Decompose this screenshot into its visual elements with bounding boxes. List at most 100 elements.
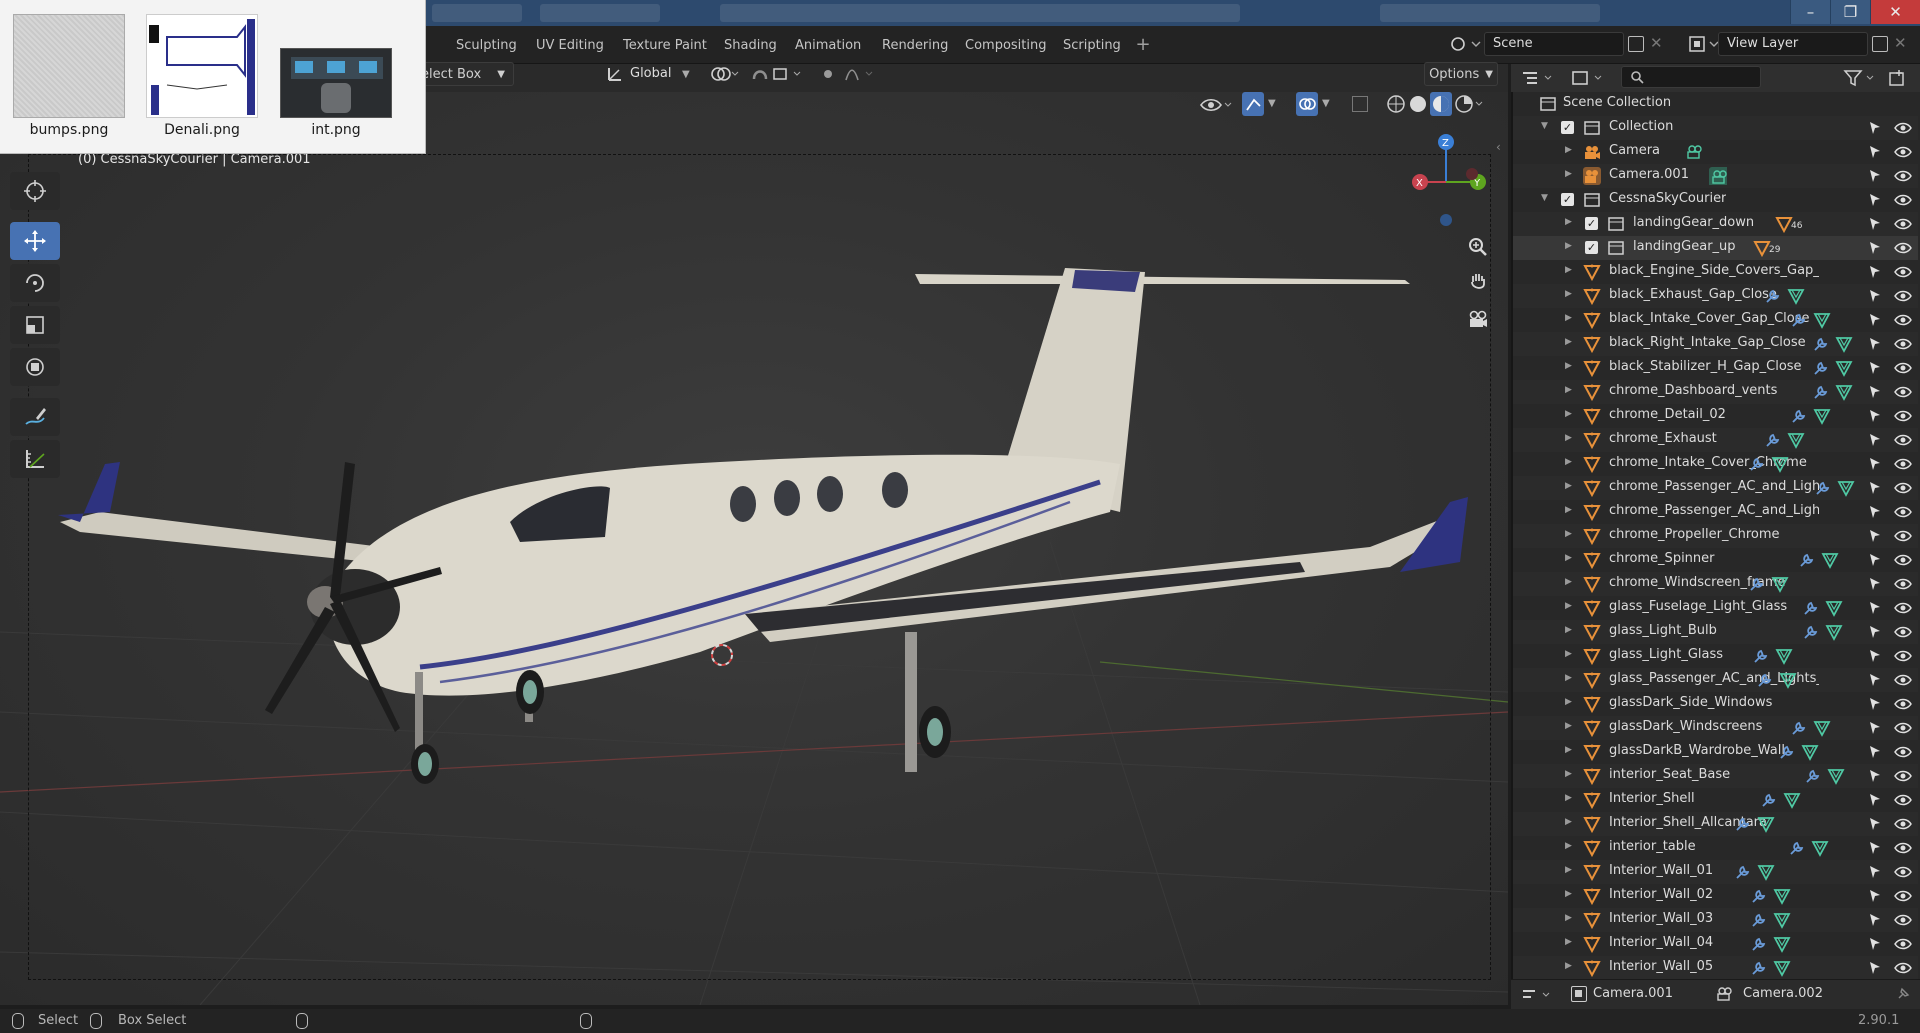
wrench-icon[interactable] xyxy=(1749,887,1767,905)
eye-icon[interactable] xyxy=(1894,936,1912,952)
select-arrow-icon[interactable] xyxy=(1868,528,1882,544)
list-item[interactable]: ▶ glass_Fuselage_Light_Glass xyxy=(1513,596,1918,620)
add-workspace-button[interactable]: + xyxy=(1133,33,1153,57)
scene-field[interactable]: Scene xyxy=(1484,32,1624,56)
select-arrow-icon[interactable] xyxy=(1868,144,1882,160)
transform-tool[interactable] xyxy=(10,348,60,386)
tab-rendering[interactable]: Rendering xyxy=(871,34,959,58)
wrench-icon[interactable] xyxy=(1751,647,1769,665)
disclosure-right-icon[interactable]: ▶ xyxy=(1565,601,1575,615)
wrench-icon[interactable] xyxy=(1811,359,1829,377)
eye-icon[interactable] xyxy=(1894,456,1912,472)
list-item[interactable]: ▶ Interior_Shell xyxy=(1513,788,1918,812)
list-item[interactable]: ▶ interior_Seat_Base xyxy=(1513,764,1918,788)
mesh-data-icon[interactable] xyxy=(1813,719,1831,737)
disclosure-right-icon[interactable]: ▶ xyxy=(1565,265,1575,279)
wrench-icon[interactable] xyxy=(1801,623,1819,641)
context-object-name[interactable]: Camera.001 xyxy=(1593,986,1673,1001)
eye-icon[interactable] xyxy=(1894,432,1912,448)
disclosure-right-icon[interactable]: ▶ xyxy=(1565,409,1575,423)
orientation-dropdown[interactable]: Global xyxy=(630,66,671,81)
new-view-layer-icon[interactable] xyxy=(1872,36,1888,52)
list-item[interactable]: ▶ Interior_Shell_Allcantara xyxy=(1513,812,1918,836)
select-arrow-icon[interactable] xyxy=(1868,888,1882,904)
eye-icon[interactable] xyxy=(1894,768,1912,784)
measure-tool[interactable] xyxy=(10,440,60,478)
mesh-data-icon[interactable] xyxy=(1835,359,1853,377)
disclosure-right-icon[interactable]: ▶ xyxy=(1565,481,1575,495)
new-collection-icon[interactable] xyxy=(1887,68,1907,88)
cursor-tool[interactable] xyxy=(10,172,60,210)
disclosure-down-icon[interactable]: ▼ xyxy=(1541,193,1551,207)
camera-data-icon[interactable] xyxy=(1685,143,1703,161)
delete-view-layer-icon[interactable]: ✕ xyxy=(1894,34,1907,52)
eye-icon[interactable] xyxy=(1894,384,1912,400)
mesh-data-icon[interactable] xyxy=(1787,287,1805,305)
tree-row[interactable]: ▼ ✓ Collection xyxy=(1513,116,1918,140)
wrench-icon[interactable] xyxy=(1777,743,1795,761)
mesh-data-icon[interactable] xyxy=(1779,671,1797,689)
disclosure-right-icon[interactable]: ▶ xyxy=(1565,937,1575,951)
disclosure-right-icon[interactable]: ▶ xyxy=(1565,337,1575,351)
denali-thumbnail[interactable] xyxy=(146,14,258,118)
disclosure-right-icon[interactable]: ▶ xyxy=(1565,241,1575,255)
mesh-data-icon[interactable] xyxy=(1773,887,1791,905)
list-item[interactable]: ▶ black_Exhaust_Gap_Close xyxy=(1513,284,1918,308)
eye-icon[interactable] xyxy=(1894,792,1912,808)
mesh-data-icon[interactable] xyxy=(1757,863,1775,881)
select-arrow-icon[interactable] xyxy=(1868,168,1882,184)
list-item[interactable]: ▶ chrome_Intake_Cover_Chrome xyxy=(1513,452,1918,476)
tab-compositing[interactable]: Compositing xyxy=(954,34,1058,58)
select-arrow-icon[interactable] xyxy=(1868,672,1882,688)
tab-sculpting[interactable]: Sculpting xyxy=(445,34,528,58)
pin-icon[interactable] xyxy=(1895,986,1911,1002)
rotate-tool[interactable] xyxy=(10,264,60,302)
pan-hand-icon[interactable] xyxy=(1463,266,1493,296)
eye-icon[interactable] xyxy=(1894,312,1912,328)
disclosure-right-icon[interactable]: ▶ xyxy=(1565,649,1575,663)
disclosure-right-icon[interactable]: ▶ xyxy=(1565,217,1575,231)
select-arrow-icon[interactable] xyxy=(1868,120,1882,136)
disclosure-right-icon[interactable]: ▶ xyxy=(1565,745,1575,759)
list-item[interactable]: ▶ glassDarkB_Wardrobe_Wall xyxy=(1513,740,1918,764)
list-item[interactable]: ▶ chrome_Dashboard_vents xyxy=(1513,380,1918,404)
select-arrow-icon[interactable] xyxy=(1868,192,1882,208)
wrench-icon[interactable] xyxy=(1747,575,1765,593)
zoom-icon[interactable] xyxy=(1463,232,1493,262)
mesh-data-icon[interactable] xyxy=(1773,911,1791,929)
list-item[interactable]: ▶ glassDark_Side_Windows xyxy=(1513,692,1918,716)
navigation-gizmo[interactable]: Z X Y xyxy=(1400,130,1500,230)
eye-icon[interactable] xyxy=(1894,528,1912,544)
mesh-data-icon[interactable] xyxy=(1773,935,1791,953)
move-tool[interactable] xyxy=(10,222,60,260)
mesh-data-icon[interactable] xyxy=(1835,335,1853,353)
eye-icon[interactable] xyxy=(1894,960,1912,976)
disclosure-right-icon[interactable]: ▶ xyxy=(1565,169,1575,183)
wrench-icon[interactable] xyxy=(1797,551,1815,569)
select-arrow-icon[interactable] xyxy=(1868,384,1882,400)
select-arrow-icon[interactable] xyxy=(1868,408,1882,424)
collection-checkbox[interactable]: ✓ xyxy=(1585,217,1598,230)
select-arrow-icon[interactable] xyxy=(1868,216,1882,232)
wrench-icon[interactable] xyxy=(1789,407,1807,425)
mesh-data-icon[interactable] xyxy=(1827,767,1845,785)
select-arrow-icon[interactable] xyxy=(1868,624,1882,640)
properties-editor-icon[interactable] xyxy=(1521,985,1557,1005)
int-thumbnail[interactable] xyxy=(280,48,392,118)
select-arrow-icon[interactable] xyxy=(1868,288,1882,304)
select-arrow-icon[interactable] xyxy=(1868,456,1882,472)
new-scene-icon[interactable] xyxy=(1628,36,1644,52)
mesh-data-icon[interactable] xyxy=(1783,791,1801,809)
select-arrow-icon[interactable] xyxy=(1868,936,1882,952)
select-arrow-icon[interactable] xyxy=(1868,768,1882,784)
scale-tool[interactable] xyxy=(10,306,60,344)
wrench-icon[interactable] xyxy=(1733,815,1751,833)
close-icon[interactable]: ✕ xyxy=(1870,0,1920,24)
disclosure-right-icon[interactable]: ▶ xyxy=(1565,529,1575,543)
disclosure-right-icon[interactable]: ▶ xyxy=(1565,433,1575,447)
list-item[interactable]: ▶ black_Right_Intake_Gap_Close xyxy=(1513,332,1918,356)
select-arrow-icon[interactable] xyxy=(1868,312,1882,328)
eye-icon[interactable] xyxy=(1894,192,1912,208)
wrench-icon[interactable] xyxy=(1811,383,1829,401)
tab-shading[interactable]: Shading xyxy=(713,34,788,58)
